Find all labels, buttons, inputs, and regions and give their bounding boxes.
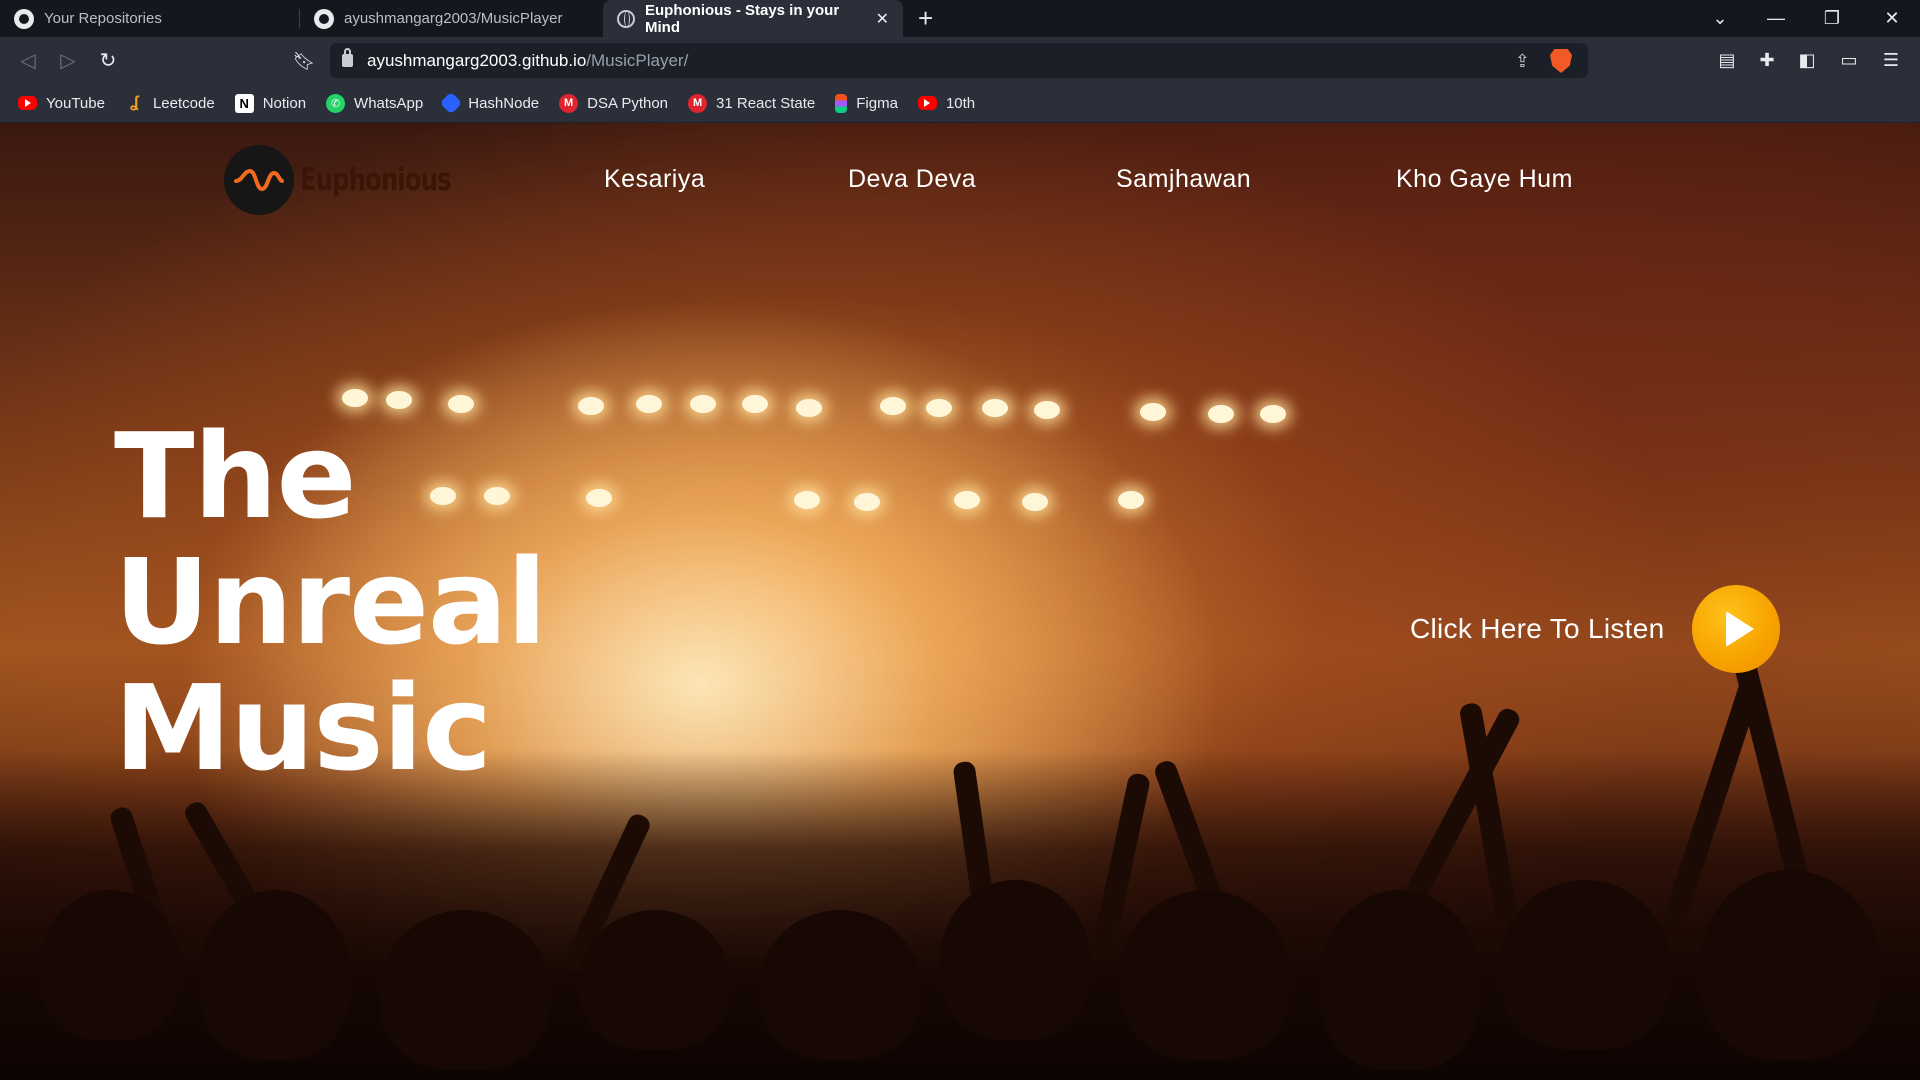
- reload-button[interactable]: ↻: [94, 47, 122, 75]
- extension-calendar-icon[interactable]: ▤: [1716, 49, 1738, 71]
- restore-button[interactable]: ❐: [1804, 0, 1860, 37]
- logo-wave-icon: [224, 145, 294, 215]
- hero-line: The: [114, 407, 357, 545]
- crowd-silhouette: [0, 645, 1920, 1080]
- bookmark-label: Notion: [262, 94, 307, 112]
- bookmark-dsa-python[interactable]: M DSA Python: [559, 93, 669, 113]
- tab-title: Euphonious - Stays in your Mind: [645, 1, 840, 36]
- browser-toolbar: ◁ ▷ ↻ 🔖︎ ayushmangarg2003.github.io/Musi…: [0, 37, 1920, 84]
- url-host: ayushmangarg2003.github.io: [367, 50, 587, 70]
- brave-shields-icon[interactable]: [1550, 49, 1572, 73]
- figma-icon: [835, 93, 848, 113]
- hero-line: Music: [114, 659, 492, 797]
- site-logo[interactable]: Euphonious: [224, 145, 493, 215]
- nav-link-deva-deva[interactable]: Deva Deva: [848, 165, 976, 194]
- back-button[interactable]: ◁: [14, 47, 42, 75]
- gmail-icon: M: [688, 93, 708, 113]
- sidebar-icon[interactable]: ◧: [1796, 49, 1818, 71]
- github-icon: [314, 8, 334, 29]
- bookmark-label: DSA Python: [587, 94, 669, 112]
- close-window-button[interactable]: ✕: [1864, 0, 1920, 37]
- notion-icon: N: [234, 93, 254, 113]
- bookmark-react-state[interactable]: M 31 React State: [688, 93, 816, 113]
- tab-title: ayushmangarg2003/MusicPlayer: [344, 10, 563, 27]
- globe-icon: [617, 9, 635, 28]
- bookmark-whatsapp[interactable]: ✆ WhatsApp: [326, 93, 424, 113]
- bookmark-label: Leetcode: [152, 94, 215, 112]
- tab-euphonious[interactable]: Euphonious - Stays in your Mind ✕: [603, 0, 903, 37]
- nav-link-samjhawan[interactable]: Samjhawan: [1116, 165, 1251, 194]
- hashnode-icon: [439, 91, 463, 115]
- bookmark-10th[interactable]: 10th: [917, 94, 976, 112]
- page-viewport: Euphonious Kesariya Deva Deva Samjhawan …: [0, 123, 1920, 1080]
- hero-title: The Unreal Music: [114, 407, 547, 797]
- minimize-button[interactable]: —: [1748, 0, 1804, 37]
- play-icon: [1726, 611, 1754, 647]
- bookmark-label: Figma: [856, 94, 898, 112]
- lock-icon: [342, 48, 353, 67]
- nav-link-kesariya[interactable]: Kesariya: [604, 165, 705, 194]
- tab-your-repositories[interactable]: Your Repositories: [0, 0, 300, 37]
- wallet-icon[interactable]: ▭: [1838, 49, 1860, 71]
- extensions-puzzle-icon[interactable]: ✚: [1756, 49, 1778, 71]
- bookmark-hashnode[interactable]: HashNode: [439, 91, 540, 115]
- menu-icon[interactable]: ☰: [1880, 49, 1902, 71]
- url-path: /MusicPlayer/: [586, 50, 689, 70]
- youtube-icon: [917, 96, 937, 110]
- tab-title: Your Repositories: [44, 10, 162, 27]
- bookmark-leetcode[interactable]: ʆ Leetcode: [125, 94, 215, 113]
- tab-strip: Your Repositories ayushmangarg2003/Music…: [0, 0, 1920, 37]
- hero-line: Unreal: [114, 533, 547, 671]
- nav-link-kho-gaye-hum[interactable]: Kho Gaye Hum: [1396, 165, 1573, 194]
- bookmark-label: YouTube: [46, 94, 105, 112]
- address-bar[interactable]: ayushmangarg2003.github.io/MusicPlayer/ …: [330, 43, 1588, 78]
- github-icon: [14, 8, 34, 29]
- play-button[interactable]: [1692, 585, 1780, 673]
- new-tab-button[interactable]: +: [918, 4, 933, 32]
- bookmark-figma[interactable]: Figma: [835, 93, 898, 113]
- whatsapp-icon: ✆: [326, 93, 346, 113]
- bookmark-label: HashNode: [468, 94, 540, 112]
- bookmark-label: 10th: [945, 94, 976, 112]
- leetcode-icon: ʆ: [130, 94, 139, 111]
- listen-cta-label[interactable]: Click Here To Listen: [1410, 613, 1664, 645]
- youtube-icon: [18, 96, 37, 110]
- bookmark-label: WhatsApp: [354, 94, 424, 112]
- logo-text: Euphonious: [300, 162, 452, 198]
- gmail-icon: M: [559, 93, 579, 113]
- bookmark-youtube[interactable]: YouTube: [18, 95, 105, 112]
- bookmark-notion[interactable]: N Notion: [234, 93, 307, 113]
- bookmarks-bar: YouTube ʆ Leetcode N Notion ✆ WhatsApp Hash…: [0, 84, 1920, 123]
- forward-button[interactable]: ▷: [54, 47, 82, 75]
- close-tab-icon[interactable]: ✕: [876, 9, 889, 29]
- bookmark-label: 31 React State: [716, 94, 816, 112]
- bookmark-icon[interactable]: 🔖︎: [290, 47, 318, 75]
- tab-search-chevron-icon[interactable]: ⌄: [1692, 0, 1748, 37]
- share-icon[interactable]: ⇪: [1515, 51, 1530, 72]
- tab-music-player-repo[interactable]: ayushmangarg2003/MusicPlayer: [300, 0, 600, 37]
